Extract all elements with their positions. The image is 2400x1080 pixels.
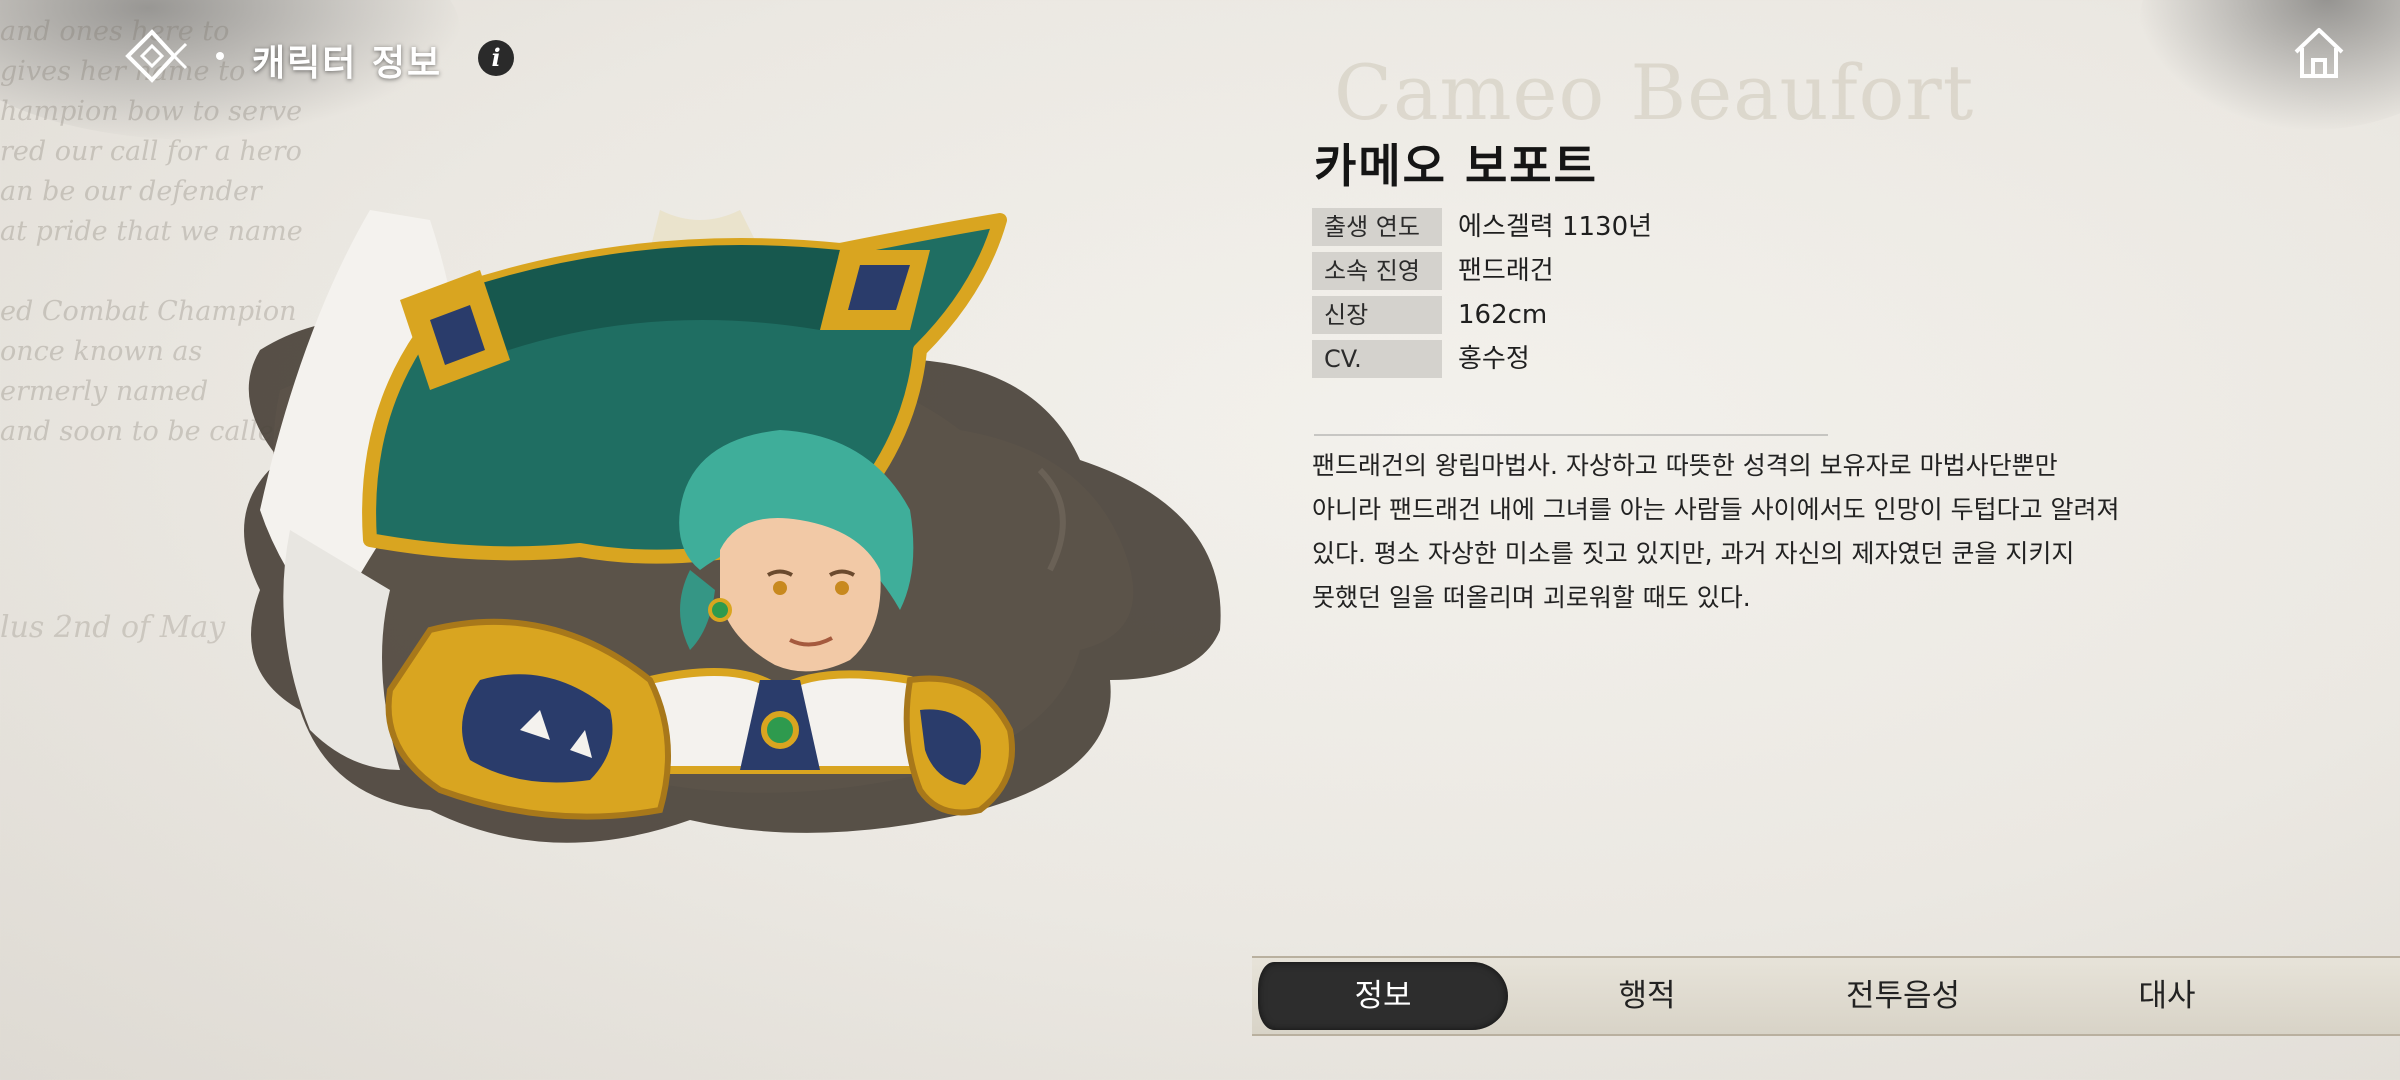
description-line: 있다. 평소 자상한 미소를 짓고 있지만, 과거 자신의 제자였던 쿤을 지키… bbox=[1312, 539, 2075, 568]
description-line: 팬드래건의 왕립마법사. 자상하고 따뜻한 성격의 보유자로 마법사단뿐만 bbox=[1312, 451, 2058, 480]
tab-history[interactable]: 행적 bbox=[1532, 958, 1762, 1034]
character-description: 팬드래건의 왕립마법사. 자상하고 따뜻한 성격의 보유자로 마법사단뿐만 아니… bbox=[1312, 444, 2242, 620]
tab-info[interactable]: 정보 bbox=[1258, 962, 1508, 1030]
character-portrait bbox=[220, 210, 1260, 910]
stat-label: 신장 bbox=[1312, 296, 1442, 334]
ink-smudge-top-right bbox=[2140, 0, 2400, 130]
stat-label: CV. bbox=[1312, 340, 1442, 378]
stat-value: 홍수정 bbox=[1458, 344, 1530, 374]
section-divider bbox=[1314, 434, 1828, 436]
description-line: 못했던 일을 떠올리며 괴로워할 때도 있다. bbox=[1312, 583, 1751, 612]
stat-value: 162cm bbox=[1458, 300, 1548, 330]
bg-text-line: hampion bow to serve bbox=[0, 96, 303, 127]
stat-value: 팬드래건 bbox=[1458, 256, 1554, 286]
bg-text-line: red our call for a hero bbox=[0, 136, 302, 167]
header-separator-dot bbox=[216, 52, 224, 60]
description-line: 아니라 팬드래건 내에 그녀를 아는 사람들 사이에서도 인망이 두텁다고 알려… bbox=[1312, 495, 2120, 524]
home-button[interactable] bbox=[2290, 24, 2348, 82]
tab-bar: 정보 행적 전투음성 대사 bbox=[1252, 956, 2400, 1036]
bg-text-line: an be our defender bbox=[0, 176, 262, 207]
back-arrow-icon bbox=[125, 29, 188, 83]
info-icon[interactable]: i bbox=[478, 40, 514, 76]
home-icon bbox=[2294, 28, 2344, 78]
tab-lines[interactable]: 대사 bbox=[2052, 958, 2282, 1034]
tab-battle-voice[interactable]: 전투음성 bbox=[1788, 958, 2018, 1034]
stat-value: 에스겔력 1130년 bbox=[1458, 212, 1653, 242]
page-title: 캐릭터 정보 bbox=[252, 43, 443, 84]
stat-label: 출생 연도 bbox=[1312, 208, 1442, 246]
character-name: 카메오 보포트 bbox=[1314, 139, 1598, 193]
back-button[interactable] bbox=[122, 26, 208, 86]
character-name-english: Cameo Beaufort bbox=[1334, 48, 1975, 137]
stat-label: 소속 진영 bbox=[1312, 252, 1442, 290]
